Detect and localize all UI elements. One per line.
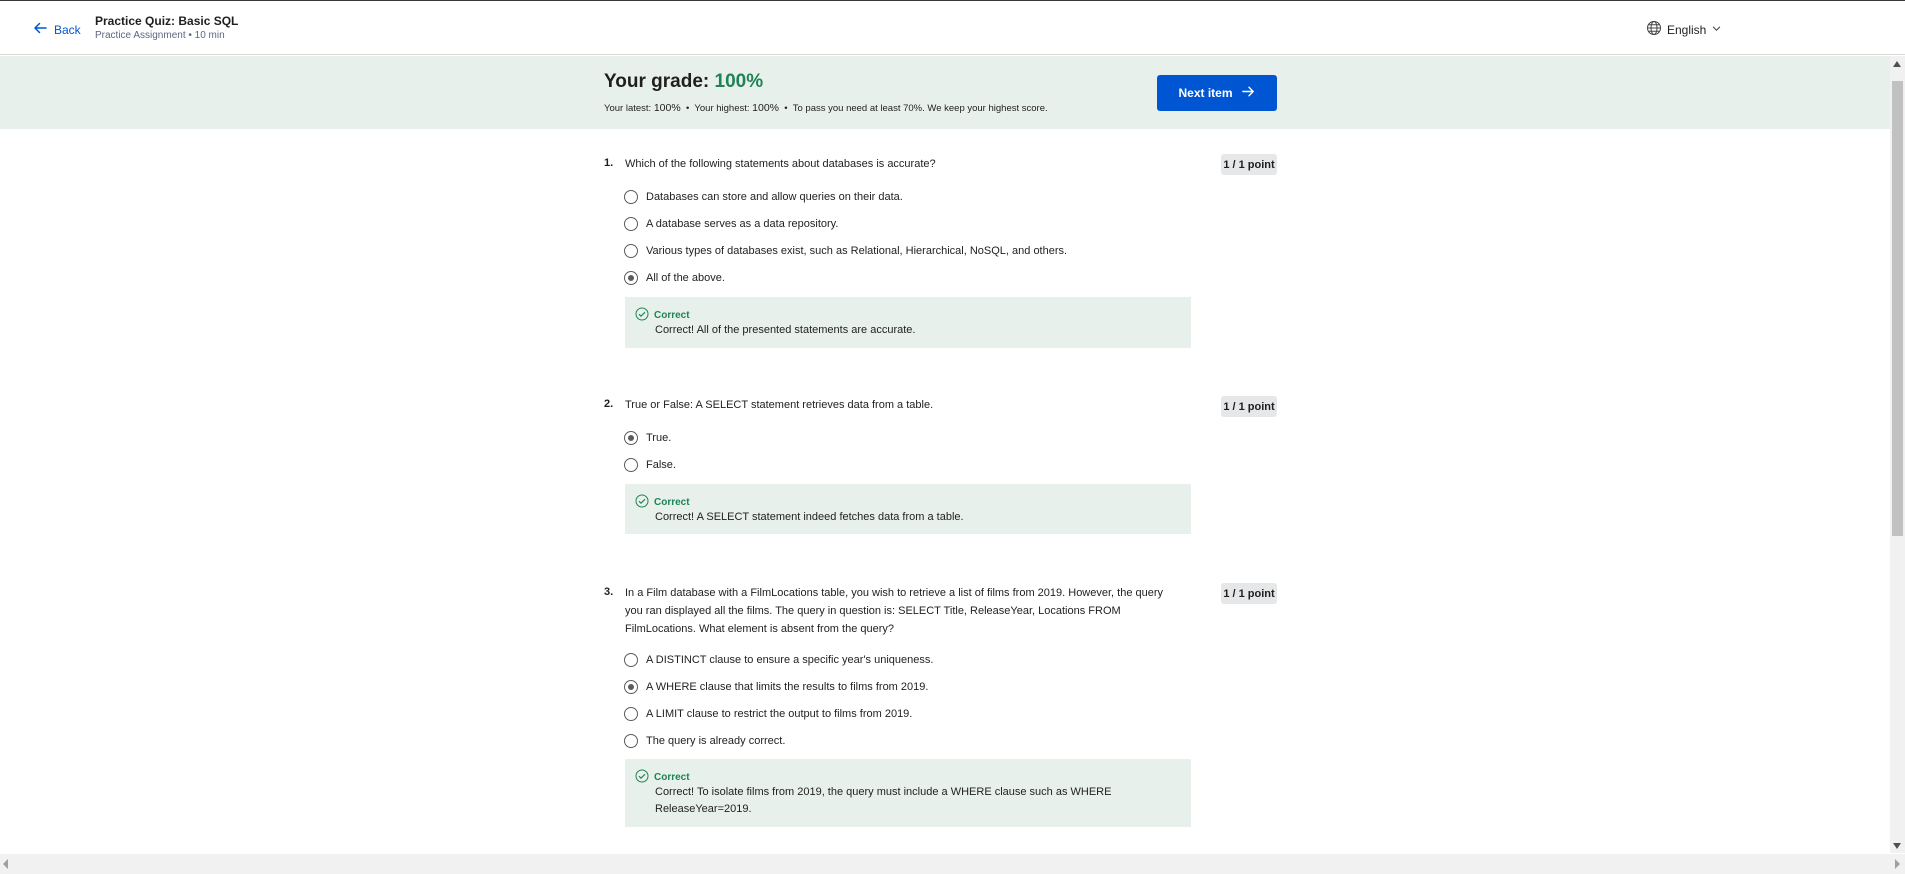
scroll-down-icon[interactable] <box>1893 843 1901 849</box>
back-label: Back <box>54 22 81 37</box>
option-label: A database serves as a data repository. <box>646 218 839 230</box>
radio-button[interactable] <box>624 734 638 748</box>
option-label: A WHERE clause that limits the results t… <box>646 681 929 693</box>
answer-option[interactable]: The query is already correct. <box>624 733 785 749</box>
scrollbar-thumb[interactable] <box>1892 81 1903 536</box>
question-text: In a Film database with a FilmLocations … <box>625 587 1164 635</box>
scroll-right-icon[interactable] <box>1895 859 1900 869</box>
question-number: 1. <box>604 157 614 169</box>
radio-button[interactable] <box>624 244 638 258</box>
grade-summary: Your latest: 100% • Your highest: 100% •… <box>604 102 1048 114</box>
scroll-up-icon[interactable] <box>1893 61 1901 67</box>
answer-option[interactable]: Databases can store and allow queries on… <box>624 189 903 205</box>
question-number: 3. <box>604 586 614 598</box>
question-number: 2. <box>604 398 614 410</box>
horizontal-scrollbar[interactable] <box>0 854 1905 874</box>
grade-banner: Your grade: 100% Your latest: 100% • You… <box>0 56 1890 129</box>
radio-button[interactable] <box>624 707 638 721</box>
radio-button-selected[interactable] <box>624 271 638 285</box>
answer-option[interactable]: Various types of databases exist, such a… <box>624 243 1067 259</box>
back-button[interactable]: Back <box>32 20 81 39</box>
radio-button[interactable] <box>624 653 638 667</box>
quiz-subtitle: Practice Assignment • 10 min <box>95 30 225 41</box>
answer-option[interactable]: A DISTINCT clause to ensure a specific y… <box>624 652 933 668</box>
option-label: Databases can store and allow queries on… <box>646 191 903 203</box>
radio-button-selected[interactable] <box>624 431 638 445</box>
feedback-text: Correct! To isolate films from 2019, the… <box>655 786 1112 815</box>
grade-heading: Your grade: 100% <box>604 71 763 93</box>
answer-option[interactable]: A LIMIT clause to restrict the output to… <box>624 706 912 722</box>
option-label: A LIMIT clause to restrict the output to… <box>646 708 913 720</box>
highest-label: Your highest: <box>694 103 750 114</box>
option-label: The query is already correct. <box>646 735 786 747</box>
header-bar: Back Practice Quiz: Basic SQL Practice A… <box>0 1 1905 55</box>
check-circle-icon <box>635 769 649 786</box>
radio-button[interactable] <box>624 458 638 472</box>
language-selector[interactable]: English <box>1646 20 1722 39</box>
feedback-box: Correct Correct! A SELECT statement inde… <box>625 484 1191 534</box>
next-item-label: Next item <box>1178 86 1233 100</box>
points-badge: 1 / 1 point <box>1221 396 1277 417</box>
option-label: Various types of databases exist, such a… <box>646 245 1068 257</box>
radio-button[interactable] <box>624 190 638 204</box>
latest-label: Your latest: <box>604 103 652 114</box>
option-label: All of the above. <box>646 272 725 284</box>
feedback-title: Correct <box>654 497 690 508</box>
scroll-left-icon[interactable] <box>3 859 8 869</box>
next-item-button[interactable]: Next item <box>1157 75 1277 111</box>
feedback-box: Correct Correct! All of the presented st… <box>625 297 1191 348</box>
feedback-title: Correct <box>654 310 690 321</box>
globe-icon <box>1646 20 1662 39</box>
chevron-down-icon <box>1711 23 1722 37</box>
answer-option[interactable]: False. <box>624 457 676 473</box>
highest-value: 100% <box>752 102 780 114</box>
latest-value: 100% <box>653 102 681 114</box>
arrow-left-icon <box>32 20 48 39</box>
radio-button[interactable] <box>624 217 638 231</box>
feedback-title: Correct <box>654 772 690 783</box>
answer-option[interactable]: A database serves as a data repository. <box>624 216 838 232</box>
pass-note: To pass you need at least 70%. We keep y… <box>792 103 1048 114</box>
option-label: True. <box>646 432 672 444</box>
option-label: False. <box>646 459 676 471</box>
points-badge: 1 / 1 point <box>1221 583 1277 604</box>
check-circle-icon <box>635 494 649 511</box>
feedback-box: Correct Correct! To isolate films from 2… <box>625 759 1191 827</box>
quiz-title: Practice Quiz: Basic SQL <box>95 14 239 28</box>
answer-option[interactable]: A WHERE clause that limits the results t… <box>624 679 928 695</box>
vertical-scrollbar[interactable] <box>1890 56 1905 853</box>
question-text: True or False: A SELECT statement retrie… <box>625 399 934 411</box>
radio-button-selected[interactable] <box>624 680 638 694</box>
feedback-text: Correct! A SELECT statement indeed fetch… <box>655 511 964 523</box>
language-label: English <box>1667 22 1707 37</box>
feedback-text: Correct! All of the presented statements… <box>655 324 916 336</box>
grade-value: 100% <box>714 71 764 92</box>
option-label: A DISTINCT clause to ensure a specific y… <box>646 654 934 666</box>
question-text: Which of the following statements about … <box>625 158 936 170</box>
grade-label: Your grade: <box>604 71 710 92</box>
answer-option[interactable]: True. <box>624 430 671 446</box>
quiz-page: Back Practice Quiz: Basic SQL Practice A… <box>0 0 1905 874</box>
check-circle-icon <box>635 307 649 324</box>
points-badge: 1 / 1 point <box>1221 154 1277 175</box>
answer-option[interactable]: All of the above. <box>624 270 725 286</box>
arrow-right-icon <box>1241 84 1256 102</box>
